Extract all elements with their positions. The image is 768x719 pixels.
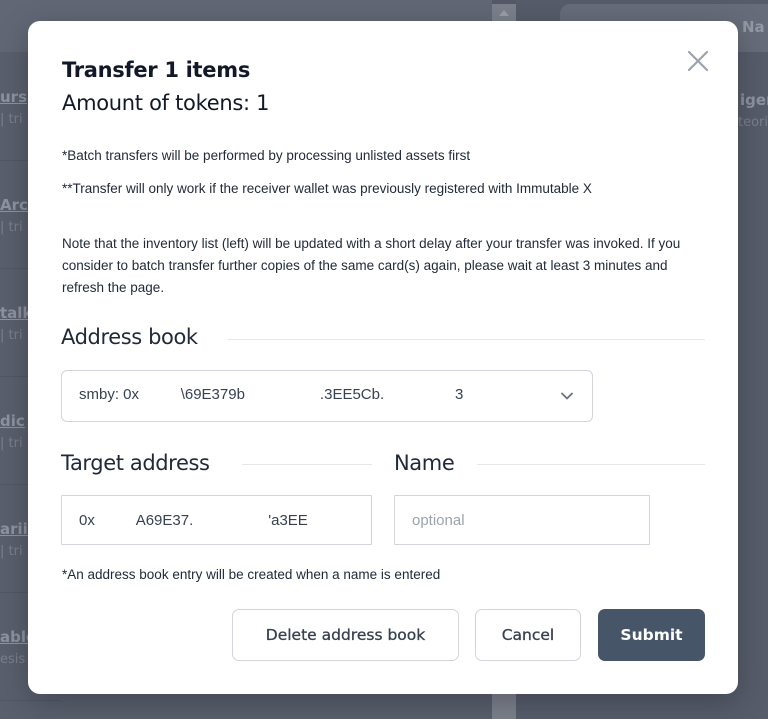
background-item-title: urs <box>0 88 28 106</box>
address-book-hint: *An address book entry will be created w… <box>62 567 441 582</box>
background-item-subtitle: | tri <box>0 220 23 235</box>
background-item-subtitle: | tri <box>0 436 23 451</box>
transfer-modal: Transfer 1 items Amount of tokens: 1 *Ba… <box>28 21 738 694</box>
background-item-subtitle: | tri <box>0 112 23 127</box>
background-item-title: arii <box>0 520 28 538</box>
inventory-delay-note: Note that the inventory list (left) will… <box>62 236 681 295</box>
chevron-down-icon <box>561 392 573 400</box>
cancel-button[interactable]: Cancel <box>475 609 581 661</box>
background-right-header-label: Na <box>742 18 765 36</box>
background-item-subtitle: | tri <box>0 544 23 559</box>
address-book-selected-value: smby: 0x \69E379b .3EE5Cb. 3 <box>79 386 464 403</box>
close-button[interactable] <box>684 47 712 75</box>
background-item-subtitle: | tri <box>0 328 23 343</box>
scroll-up-arrow-icon[interactable] <box>499 10 509 16</box>
submit-button[interactable]: Submit <box>598 609 705 661</box>
modal-title: Transfer 1 items <box>62 58 251 82</box>
delete-address-book-button[interactable]: Delete address book <box>232 609 459 661</box>
name-input[interactable] <box>394 495 650 545</box>
batch-transfer-note: *Batch transfers will be performed by pr… <box>62 148 471 163</box>
background-item-title: Arc <box>0 196 28 214</box>
target-address-label: Target address <box>61 451 218 475</box>
address-book-select[interactable]: smby: 0x \69E379b .3EE5Cb. 3 <box>61 370 593 422</box>
target-address-input[interactable] <box>61 495 372 545</box>
name-divider <box>477 464 705 465</box>
token-amount: Amount of tokens: 1 <box>62 91 270 115</box>
background-item-subtitle: esis <box>0 652 26 667</box>
name-label: Name <box>394 451 463 475</box>
address-book-divider <box>228 339 705 340</box>
target-address-divider <box>242 464 372 465</box>
address-book-label: Address book <box>61 325 206 349</box>
background-right-item-title: iger <box>740 91 768 109</box>
close-icon <box>687 50 709 72</box>
background-right-item-subtitle: teori <box>738 115 768 130</box>
immutable-x-note: **Transfer will only work if the receive… <box>62 181 592 196</box>
background-item-title: dic <box>0 412 25 430</box>
